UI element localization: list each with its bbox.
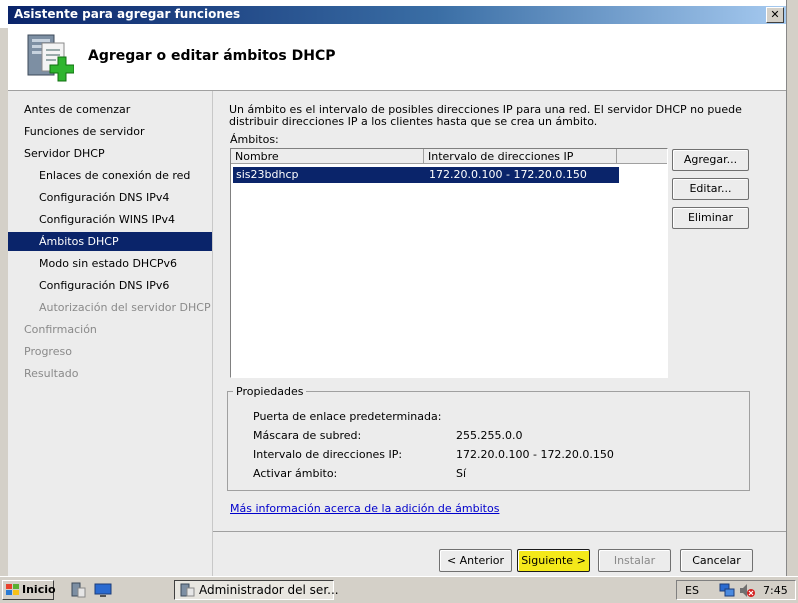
gateway-label: Puerta de enlace predeterminada: bbox=[253, 410, 442, 423]
properties-groupbox: Puerta de enlace predeterminada: Máscara… bbox=[227, 391, 750, 491]
task-label: Administrador del ser... bbox=[199, 583, 339, 597]
desktop-quicklaunch-icon[interactable] bbox=[94, 582, 112, 598]
nav-item-dns-ipv4[interactable]: Configuración DNS IPv4 bbox=[8, 188, 212, 207]
network-icon[interactable] bbox=[719, 583, 735, 598]
column-header-nombre[interactable]: Nombre bbox=[231, 149, 424, 164]
back-button[interactable]: < Anterior bbox=[439, 549, 512, 572]
start-label: Inicio bbox=[22, 583, 56, 596]
window-title: Asistente para agregar funciones bbox=[14, 7, 241, 21]
column-header-filler bbox=[617, 149, 667, 164]
row-range-cell: 172.20.0.100 - 172.20.0.150 bbox=[429, 168, 587, 181]
nav-item-resultado: Resultado bbox=[24, 367, 79, 380]
description-text: Un ámbito es el intervalo de posibles di… bbox=[229, 103, 742, 128]
scopes-label: Ámbitos: bbox=[230, 133, 279, 146]
add-button[interactable]: Agregar... bbox=[672, 149, 749, 171]
server-manager-icon bbox=[180, 583, 195, 597]
nav-item-servidor-dhcp[interactable]: Servidor DHCP bbox=[8, 144, 212, 163]
taskbar: Inicio Administrador del ser... ES 7:45 bbox=[0, 576, 798, 603]
activate-value: Sí bbox=[456, 467, 467, 480]
windows-flag-icon bbox=[6, 584, 19, 595]
properties-title: Propiedades bbox=[233, 385, 307, 398]
nav-item-autorizacion: Autorización del servidor DHCP bbox=[39, 301, 211, 314]
nav-item-confirmacion: Confirmación bbox=[24, 323, 97, 336]
range-value: 172.20.0.100 - 172.20.0.150 bbox=[456, 448, 614, 461]
scopes-listview[interactable]: Nombre Intervalo de direcciones IP sis23… bbox=[230, 148, 668, 378]
edit-button[interactable]: Editar... bbox=[672, 178, 749, 200]
mask-label: Máscara de subred: bbox=[253, 429, 362, 442]
next-button[interactable]: Siguiente > bbox=[517, 549, 590, 572]
system-tray: ES 7:45 bbox=[676, 580, 796, 600]
more-info-link[interactable]: Más información acerca de la adición de … bbox=[230, 502, 499, 515]
wizard-header: Agregar o editar ámbitos DHCP bbox=[8, 28, 786, 91]
nav-item-enlaces[interactable]: Enlaces de conexión de red bbox=[8, 166, 212, 185]
range-label: Intervalo de direcciones IP: bbox=[253, 448, 403, 461]
start-button[interactable]: Inicio bbox=[2, 580, 56, 600]
nav-item-antes-de-comenzar[interactable]: Antes de comenzar bbox=[8, 100, 212, 119]
volume-muted-icon[interactable] bbox=[739, 583, 755, 598]
background-scrollbar[interactable] bbox=[786, 0, 798, 576]
nav-item-ambitos-dhcp[interactable]: Ámbitos DHCP bbox=[8, 232, 212, 251]
delete-button[interactable]: Eliminar bbox=[672, 207, 749, 229]
column-header-intervalo[interactable]: Intervalo de direcciones IP bbox=[424, 149, 617, 164]
server-manager-quicklaunch-icon[interactable] bbox=[70, 582, 86, 598]
window-titlebar[interactable]: Asistente para agregar funciones ✕ bbox=[0, 0, 798, 28]
cancel-button[interactable]: Cancelar bbox=[680, 549, 753, 572]
install-button: Instalar bbox=[598, 549, 671, 572]
nav-item-funciones-de-servidor[interactable]: Funciones de servidor bbox=[8, 122, 212, 141]
activate-label: Activar ámbito: bbox=[253, 467, 338, 480]
clock[interactable]: 7:45 bbox=[763, 584, 788, 597]
taskbar-task-server-manager[interactable]: Administrador del ser... bbox=[174, 580, 339, 600]
nav-item-dns-ipv6[interactable]: Configuración DNS IPv6 bbox=[8, 276, 212, 295]
language-indicator[interactable]: ES bbox=[685, 584, 699, 597]
listview-header: Nombre Intervalo de direcciones IP bbox=[231, 149, 667, 165]
server-add-icon bbox=[27, 34, 74, 82]
nav-item-dhcpv6[interactable]: Modo sin estado DHCPv6 bbox=[8, 254, 212, 273]
titlebar-gradient: Asistente para agregar funciones ✕ bbox=[8, 6, 786, 24]
row-name-cell: sis23bdhcp bbox=[236, 168, 299, 181]
nav-item-wins-ipv4[interactable]: Configuración WINS IPv4 bbox=[8, 210, 212, 229]
footer-divider bbox=[213, 531, 786, 532]
nav-item-progreso: Progreso bbox=[24, 345, 72, 358]
wizard-nav: Antes de comenzar Funciones de servidor … bbox=[8, 91, 213, 576]
page-title: Agregar o editar ámbitos DHCP bbox=[88, 48, 336, 64]
table-row[interactable]: sis23bdhcp 172.20.0.100 - 172.20.0.150 bbox=[233, 167, 619, 183]
wizard-content: Un ámbito es el intervalo de posibles di… bbox=[213, 91, 786, 576]
mask-value: 255.255.0.0 bbox=[456, 429, 523, 442]
close-button[interactable]: ✕ bbox=[766, 7, 784, 23]
